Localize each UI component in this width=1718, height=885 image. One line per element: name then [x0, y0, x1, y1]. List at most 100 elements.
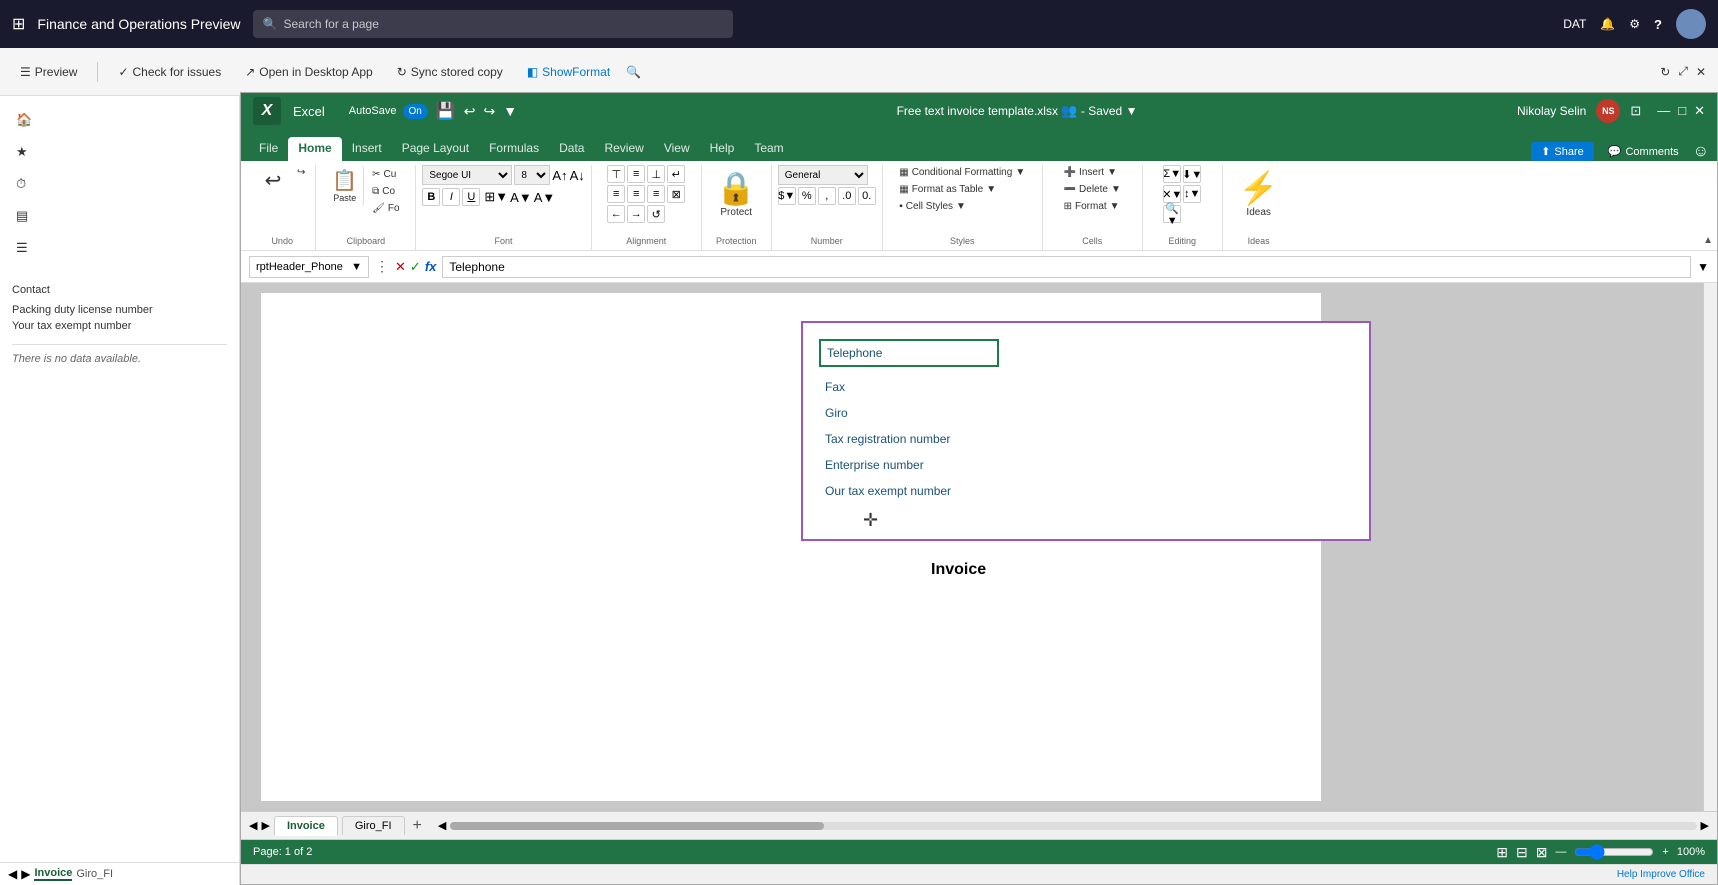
tab-page-layout[interactable]: Page Layout	[392, 137, 479, 161]
align-bot-button[interactable]: ⊥	[647, 165, 665, 183]
cell-enterprise[interactable]: Enterprise number	[819, 455, 1139, 474]
conditional-formatting-button[interactable]: ▦ Conditional Formatting ▼	[895, 165, 1029, 180]
excel-close-button[interactable]: ✕	[1694, 103, 1705, 119]
percent-button[interactable]: %	[798, 187, 816, 205]
align-right-button[interactable]: ≡	[647, 185, 665, 203]
delete-cells-button[interactable]: ➖ Delete ▼	[1060, 182, 1125, 197]
decrease-decimal-button[interactable]: 0.	[858, 187, 876, 205]
add-sheet-button[interactable]: +	[409, 817, 426, 835]
gear-icon[interactable]: ⚙	[1629, 17, 1640, 31]
align-mid-button[interactable]: ≡	[627, 165, 645, 183]
formula-confirm-button[interactable]: ✓	[410, 259, 421, 275]
align-left-button[interactable]: ≡	[607, 185, 625, 203]
expand-icon[interactable]: ⤢	[1678, 64, 1688, 79]
zoom-plus-button[interactable]: +	[1662, 846, 1668, 858]
accounting-button[interactable]: $▼	[778, 187, 796, 205]
increase-indent-button[interactable]: →	[627, 205, 645, 223]
font-size-select[interactable]: 8	[514, 165, 550, 185]
decrease-indent-button[interactable]: ←	[607, 205, 625, 223]
comma-button[interactable]: ,	[818, 187, 836, 205]
font-color-icon[interactable]: A▼	[534, 190, 556, 205]
search-bar[interactable]: 🔍 Search for a page	[253, 10, 733, 38]
ribbon-collapse-button[interactable]: ▲	[1703, 235, 1713, 246]
maximize-button[interactable]: □	[1678, 103, 1686, 119]
sheet-scroll-right[interactable]: ▶	[1701, 819, 1709, 832]
redo-button[interactable]: ↪	[293, 165, 309, 180]
formula-input-area[interactable]: Telephone	[442, 256, 1691, 278]
name-box[interactable]: rptHeader_Phone ▼	[249, 256, 369, 278]
close-icon[interactable]: ✕	[1696, 65, 1706, 79]
show-format-button[interactable]: ◧ ShowFormat	[519, 61, 618, 83]
waffle-icon[interactable]: ⊞	[12, 14, 25, 34]
refresh-icon[interactable]: ↻	[1660, 65, 1670, 79]
copy-button[interactable]: ⧉ Co	[368, 184, 403, 199]
invoice-tab-bottom[interactable]: Invoice	[34, 867, 72, 881]
sheet-next-button[interactable]: ▶	[261, 819, 269, 832]
sidebar-item-recent[interactable]: ⏱	[0, 168, 239, 200]
tab-view[interactable]: View	[654, 137, 700, 161]
conditional-dropdown[interactable]: ▼	[1015, 167, 1025, 178]
insert-cells-button[interactable]: ➕ Insert ▼	[1060, 165, 1121, 180]
sidebar-item-menu[interactable]: ☰	[0, 232, 239, 264]
tab-data[interactable]: Data	[549, 137, 594, 161]
sidebar-item-favorites[interactable]: ★	[0, 136, 239, 168]
shrink-icon[interactable]: A↓	[570, 168, 585, 183]
tab-help[interactable]: Help	[700, 137, 745, 161]
minimize-button[interactable]: —	[1657, 103, 1670, 119]
undo-button[interactable]: ↩	[255, 165, 291, 197]
grow-icon[interactable]: A↑	[552, 168, 567, 183]
rotate-button[interactable]: ↺	[647, 205, 665, 223]
format-table-dropdown[interactable]: ▼	[986, 184, 996, 195]
tab-home[interactable]: Home	[288, 137, 341, 161]
cell-tax-exempt[interactable]: Our tax exempt number	[819, 481, 1139, 500]
zoom-slider[interactable]	[1574, 844, 1654, 860]
tab-formulas[interactable]: Formulas	[479, 137, 549, 161]
font-name-select[interactable]: Segoe UI	[422, 165, 512, 185]
tab-insert[interactable]: Insert	[342, 137, 392, 161]
formula-cancel-button[interactable]: ✕	[395, 259, 406, 275]
user-ns-avatar[interactable]: NS	[1596, 99, 1620, 123]
help-improve-label[interactable]: Help Improve Office	[1617, 869, 1705, 880]
sidebar-item-home[interactable]: 🏠	[0, 104, 239, 136]
cell-styles-button[interactable]: ▪ Cell Styles ▼	[895, 199, 970, 214]
find-select-button[interactable]: 🔍▼	[1163, 205, 1181, 223]
check-issues-button[interactable]: ✓ Check for issues	[110, 61, 229, 83]
save-icon[interactable]: 💾	[436, 101, 456, 121]
bell-icon[interactable]: 🔔	[1600, 17, 1615, 31]
user-avatar[interactable]	[1676, 9, 1706, 39]
customize-icon[interactable]: ▼	[503, 103, 517, 119]
tab-team[interactable]: Team	[744, 137, 793, 161]
format-as-table-button[interactable]: ▦ Format as Table ▼	[895, 182, 1000, 197]
clear-button[interactable]: ✕▼	[1163, 185, 1181, 203]
smiley-icon[interactable]: ☺	[1693, 143, 1709, 161]
fill-button[interactable]: ⬇▼	[1183, 165, 1201, 183]
underline-button[interactable]: U	[462, 188, 480, 206]
sync-button[interactable]: ↻ Sync stored copy	[389, 61, 511, 83]
cell-tax-reg[interactable]: Tax registration number	[819, 429, 1139, 448]
insert-dropdown[interactable]: ▼	[1107, 167, 1117, 178]
collaborate-icon[interactable]: 👥	[1061, 103, 1077, 118]
cell-giro[interactable]: Giro	[819, 403, 1139, 422]
number-format-select[interactable]: General	[778, 165, 868, 185]
format-painter-button[interactable]: 🖌 Fo	[368, 201, 403, 216]
name-box-dropdown[interactable]: ▼	[351, 261, 362, 273]
cut-button[interactable]: ✂ Cu	[368, 167, 403, 182]
align-center-button[interactable]: ≡	[627, 185, 645, 203]
help-icon[interactable]: ?	[1654, 17, 1662, 32]
share-button[interactable]: ⬆ Share	[1531, 142, 1594, 161]
undo-title-icon[interactable]: ↩	[464, 103, 476, 120]
cell-fax[interactable]: Fax	[819, 377, 1139, 396]
sheet-prev-button[interactable]: ◀	[249, 819, 257, 832]
horizontal-scrollbar[interactable]	[450, 822, 1696, 830]
prev-icon[interactable]: ◀	[8, 867, 17, 881]
wrap-text-button[interactable]: ↵	[667, 165, 685, 183]
fill-color-icon[interactable]: A▼	[510, 190, 532, 205]
tab-review[interactable]: Review	[594, 137, 653, 161]
preview-button[interactable]: ☰ Preview	[12, 61, 85, 83]
zoom-minus-button[interactable]: —	[1555, 846, 1566, 858]
page-break-view-button[interactable]: ⊠	[1536, 844, 1548, 861]
cell-telephone[interactable]: Telephone	[819, 339, 999, 367]
sheet-tab-giro[interactable]: Giro_FI	[342, 816, 405, 835]
formula-fx-button[interactable]: fx	[425, 259, 437, 275]
paste-button[interactable]: 📋 Paste	[326, 165, 364, 207]
